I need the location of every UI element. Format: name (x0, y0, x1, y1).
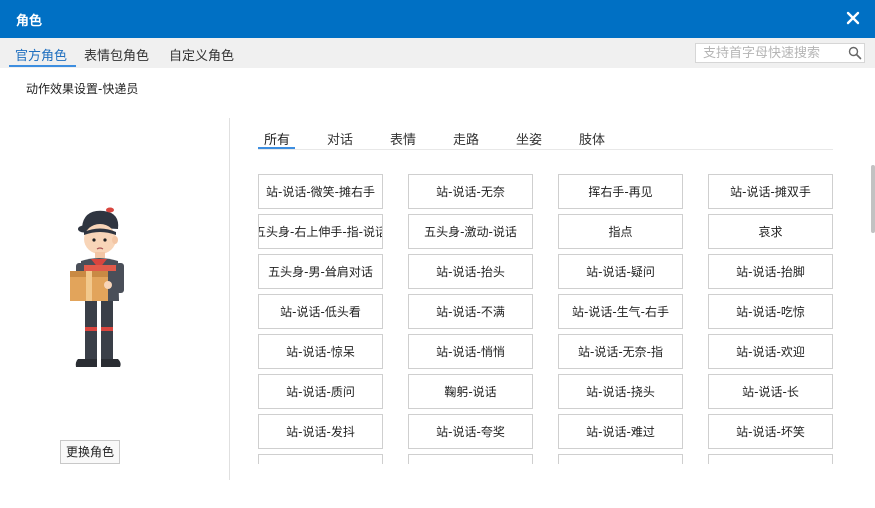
action-list: 站-说话-微笑-摊右手 站-说话-无奈 挥右手-再见 站-说话-摊双手五头身-右上伸手… (258, 174, 843, 464)
action-button[interactable]: 站-说话-生气-右手 (558, 294, 683, 329)
action-button[interactable]: 站-说话-低头看 (258, 294, 383, 329)
scrollbar-thumb[interactable] (871, 165, 875, 233)
tab-custom-roles[interactable]: 自定义角色 (169, 45, 234, 64)
title-bar: 角色 (0, 0, 875, 38)
action-button[interactable]: 站-说话-惊呆 (258, 334, 383, 369)
close-icon[interactable] (843, 8, 863, 28)
action-button[interactable]: 站-说话-无奈-指 (558, 334, 683, 369)
action-button[interactable]: 站-说话-坏笑 (708, 414, 833, 449)
action-button[interactable] (558, 454, 683, 464)
action-button[interactable]: 站-说话-不满 (408, 294, 533, 329)
active-category-indicator (258, 147, 295, 149)
category-tab-sitting[interactable]: 坐姿 (516, 129, 542, 148)
action-button[interactable]: 站-说话-无奈 (408, 174, 533, 209)
search-box (695, 43, 865, 63)
action-button[interactable]: 站-说话-夸奖 (408, 414, 533, 449)
search-input[interactable] (696, 44, 846, 62)
category-tab-expression[interactable]: 表情 (390, 129, 416, 148)
action-button[interactable]: 鞠躬-说话 (408, 374, 533, 409)
action-button[interactable]: 站-说话-质问 (258, 374, 383, 409)
category-tab-body[interactable]: 肢体 (579, 129, 605, 148)
search-icon[interactable] (847, 45, 863, 61)
action-button[interactable]: 站-说话-发抖 (258, 414, 383, 449)
role-tab-bar: 官方角色 表情包角色 自定义角色 (0, 38, 875, 68)
character-preview (64, 205, 134, 385)
action-button[interactable]: 挥右手-再见 (558, 174, 683, 209)
panel-divider (229, 118, 230, 480)
action-button[interactable] (258, 454, 383, 464)
action-button[interactable]: 站-说话-摊双手 (708, 174, 833, 209)
action-button[interactable]: 站-说话-悄悄 (408, 334, 533, 369)
action-button[interactable]: 指点 (558, 214, 683, 249)
category-tab-dialogue[interactable]: 对话 (327, 129, 353, 148)
action-button[interactable]: 站-说话-吃惊 (708, 294, 833, 329)
action-button[interactable]: 站-说话-疑问 (558, 254, 683, 289)
action-button[interactable]: 哀求 (708, 214, 833, 249)
action-button[interactable]: 五头身-男-耸肩对话 (258, 254, 383, 289)
change-character-button[interactable]: 更换角色 (60, 440, 120, 464)
action-grid: 站-说话-微笑-摊右手 站-说话-无奈 挥右手-再见 站-说话-摊双手五头身-右上伸手… (258, 174, 833, 464)
action-button[interactable]: 站-说话-长 (708, 374, 833, 409)
courier-character-image (70, 207, 124, 367)
tab-official-roles[interactable]: 官方角色 (15, 45, 67, 64)
action-button[interactable]: 站-说话-挠头 (558, 374, 683, 409)
tab-emoji-roles[interactable]: 表情包角色 (84, 45, 149, 64)
window-title: 角色 (16, 14, 43, 29)
action-button[interactable] (408, 454, 533, 464)
action-button[interactable]: 站-说话-欢迎 (708, 334, 833, 369)
action-category-tabs: 所有 对话 表情 走路 坐姿 肢体 (258, 128, 833, 150)
action-button[interactable] (708, 454, 833, 464)
action-button[interactable]: 站-说话-难过 (558, 414, 683, 449)
action-button[interactable]: 五头身-激动-说话 (408, 214, 533, 249)
category-tab-walking[interactable]: 走路 (453, 129, 479, 148)
action-button[interactable]: 站-说话-微笑-摊右手 (258, 174, 383, 209)
category-tab-all[interactable]: 所有 (264, 129, 290, 148)
action-button[interactable]: 五头身-右上伸手-指-说话 (258, 214, 383, 249)
action-button[interactable]: 站-说话-抬头 (408, 254, 533, 289)
active-tab-indicator (9, 65, 76, 67)
action-button[interactable]: 站-说话-抬脚 (708, 254, 833, 289)
page-subtitle: 动作效果设置-快递员 (26, 82, 139, 96)
